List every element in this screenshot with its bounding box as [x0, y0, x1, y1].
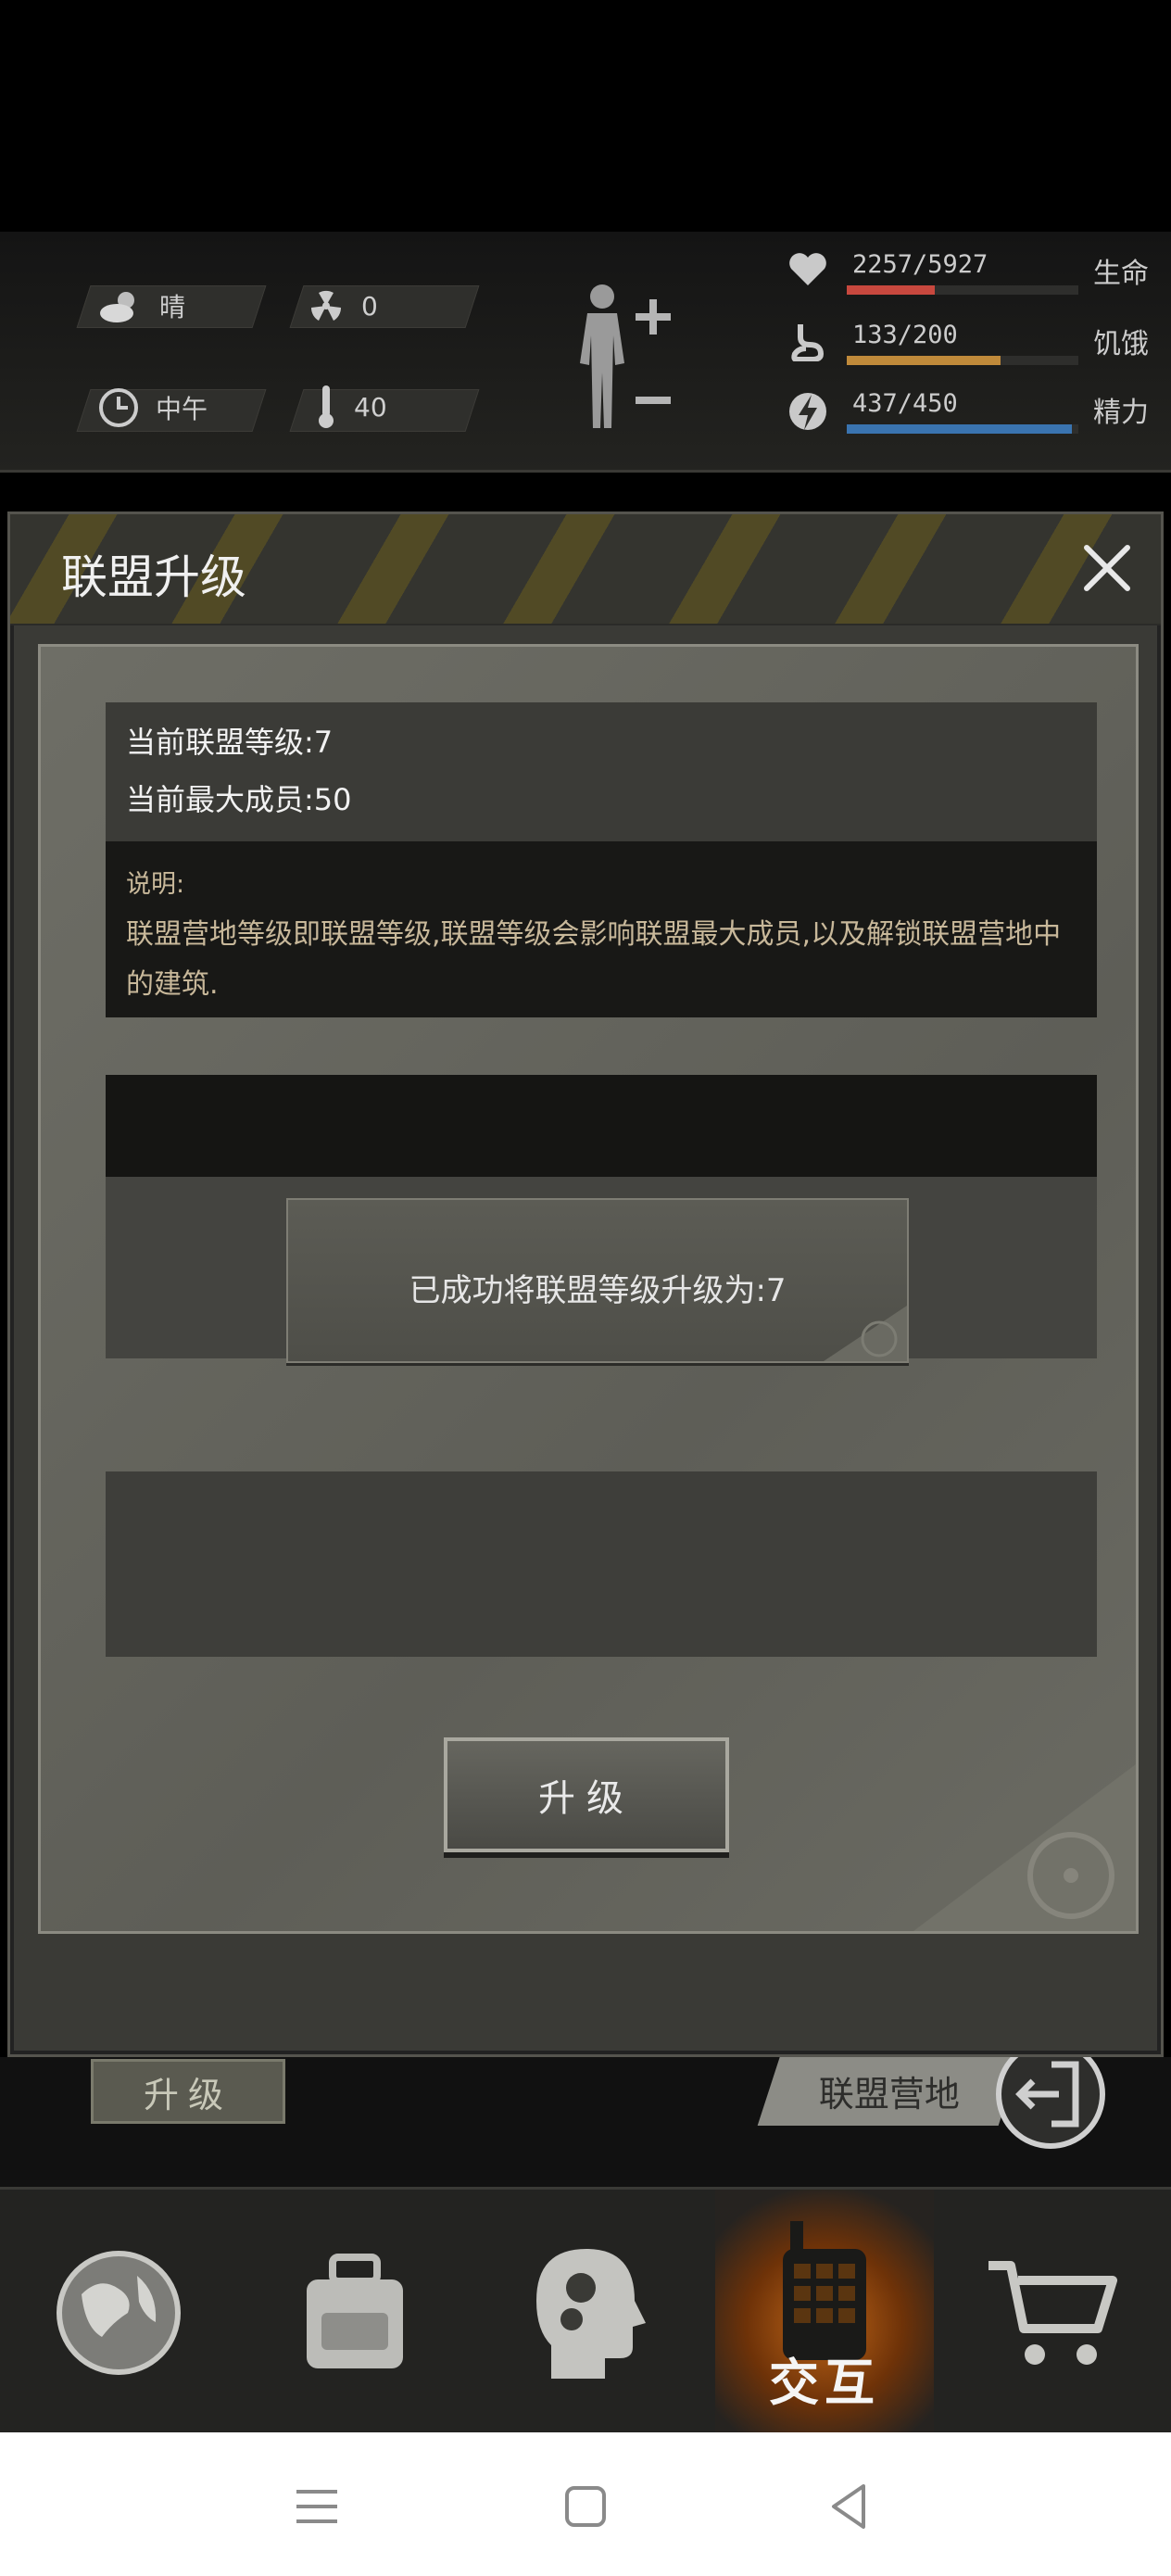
max-members-text: 当前最大成员:50	[126, 782, 352, 817]
human-body-icon	[580, 284, 671, 428]
health-label: 生命	[1093, 258, 1149, 290]
alliance-info-box: 当前联盟等级:7 当前最大成员:50	[106, 702, 1097, 841]
tab-interact-label: 交互	[769, 2354, 880, 2412]
lightning-icon	[789, 393, 826, 430]
dialog-title: 联盟升级	[61, 550, 246, 604]
health-value: 2257/5927	[852, 250, 988, 279]
stomach-icon	[791, 324, 825, 361]
globe-icon	[56, 2250, 181, 2375]
radiation-indicator: 0	[308, 287, 378, 324]
dialog-body: 当前联盟等级:7 当前最大成员:50 说明: 联盟营地等级即联盟等级,联盟等级会…	[38, 644, 1139, 1934]
success-toast: 已成功将联盟等级升级为:7	[286, 1198, 909, 1363]
description-title: 说明:	[126, 870, 185, 899]
energy-bar	[847, 424, 1078, 434]
hunger-bar	[847, 356, 1078, 365]
tab-interact[interactable]: 交互	[715, 2190, 934, 2435]
radiation-corner-icon	[913, 1764, 1136, 1931]
energy-bar-fill	[847, 424, 1072, 434]
character-status-button[interactable]	[565, 280, 676, 437]
background-upgrade-label: 升级	[143, 2074, 233, 2115]
head-gears-icon	[535, 2248, 646, 2379]
current-level-text: 当前联盟等级:7	[126, 725, 334, 760]
description-box: 说明: 联盟营地等级即联盟等级,联盟等级会影响联盟最大成员,以及解锁联盟营地中的…	[106, 841, 1097, 1017]
health-bar	[847, 285, 1078, 295]
bottom-nav: 交互	[0, 2187, 1171, 2435]
temperature-indicator: 40	[315, 384, 387, 430]
time-text: 中午	[156, 394, 208, 424]
health-bar-fill	[847, 285, 935, 295]
thermometer-icon	[319, 385, 334, 428]
weather-text: 晴	[159, 292, 186, 322]
home-icon[interactable]	[548, 2469, 623, 2544]
radiation-icon	[310, 290, 342, 321]
tab-world[interactable]	[0, 2190, 236, 2435]
temperature-value: 40	[354, 391, 387, 423]
status-hud: 晴 0 中午 40 2257/5927 生命 133/200 饥饿 437/45…	[0, 232, 1171, 473]
tab-skills[interactable]	[472, 2190, 709, 2435]
cloud-sun-icon	[100, 292, 134, 322]
description-text: 联盟营地等级即联盟等级,联盟等级会影响联盟最大成员,以及解锁联盟营地中的建筑.	[126, 918, 1062, 1001]
alliance-upgrade-dialog: 联盟升级 当前联盟等级:7 当前最大成员:50 说明: 联盟营地等级即联盟等级,…	[7, 511, 1164, 2057]
energy-label: 精力	[1093, 397, 1149, 429]
radiation-value: 0	[361, 290, 378, 322]
hunger-bar-fill	[847, 356, 1001, 365]
success-toast-text: 已成功将联盟等级升级为:7	[409, 1272, 787, 1309]
health-stat: 2257/5927 生命	[787, 250, 1149, 302]
shopping-cart-icon	[988, 2260, 1117, 2365]
heart-icon	[789, 253, 826, 285]
weather-indicator: 晴	[98, 287, 185, 324]
radiation-watermark-icon	[824, 1306, 907, 1361]
clock-icon	[99, 388, 138, 427]
hunger-label: 饥饿	[1093, 328, 1149, 360]
upgrade-button[interactable]: 升级	[444, 1737, 729, 1852]
cost-panel	[106, 1471, 1097, 1657]
energy-stat: 437/450 精力	[787, 389, 1149, 441]
tab-inventory[interactable]	[236, 2190, 472, 2435]
hunger-value: 133/200	[852, 321, 958, 349]
back-icon[interactable]	[812, 2469, 886, 2544]
alliance-camp-label[interactable]: 联盟营地	[757, 2055, 1022, 2126]
close-icon[interactable]	[1079, 540, 1135, 596]
backpack-icon	[306, 2253, 403, 2368]
system-nav-bar	[0, 2432, 1171, 2576]
requirements-header-panel	[106, 1075, 1097, 1177]
tab-shop[interactable]	[934, 2190, 1171, 2435]
hunger-stat: 133/200 饥饿	[787, 321, 1149, 373]
background-upgrade-button[interactable]: 升级	[91, 2059, 285, 2124]
alliance-camp-text: 联盟营地	[818, 2073, 960, 2115]
time-indicator: 中午	[98, 387, 208, 428]
menu-icon[interactable]	[280, 2469, 354, 2544]
dialog-header: 联盟升级	[10, 514, 1161, 625]
upgrade-button-label: 升级	[538, 1777, 635, 1820]
energy-value: 437/450	[852, 389, 958, 418]
